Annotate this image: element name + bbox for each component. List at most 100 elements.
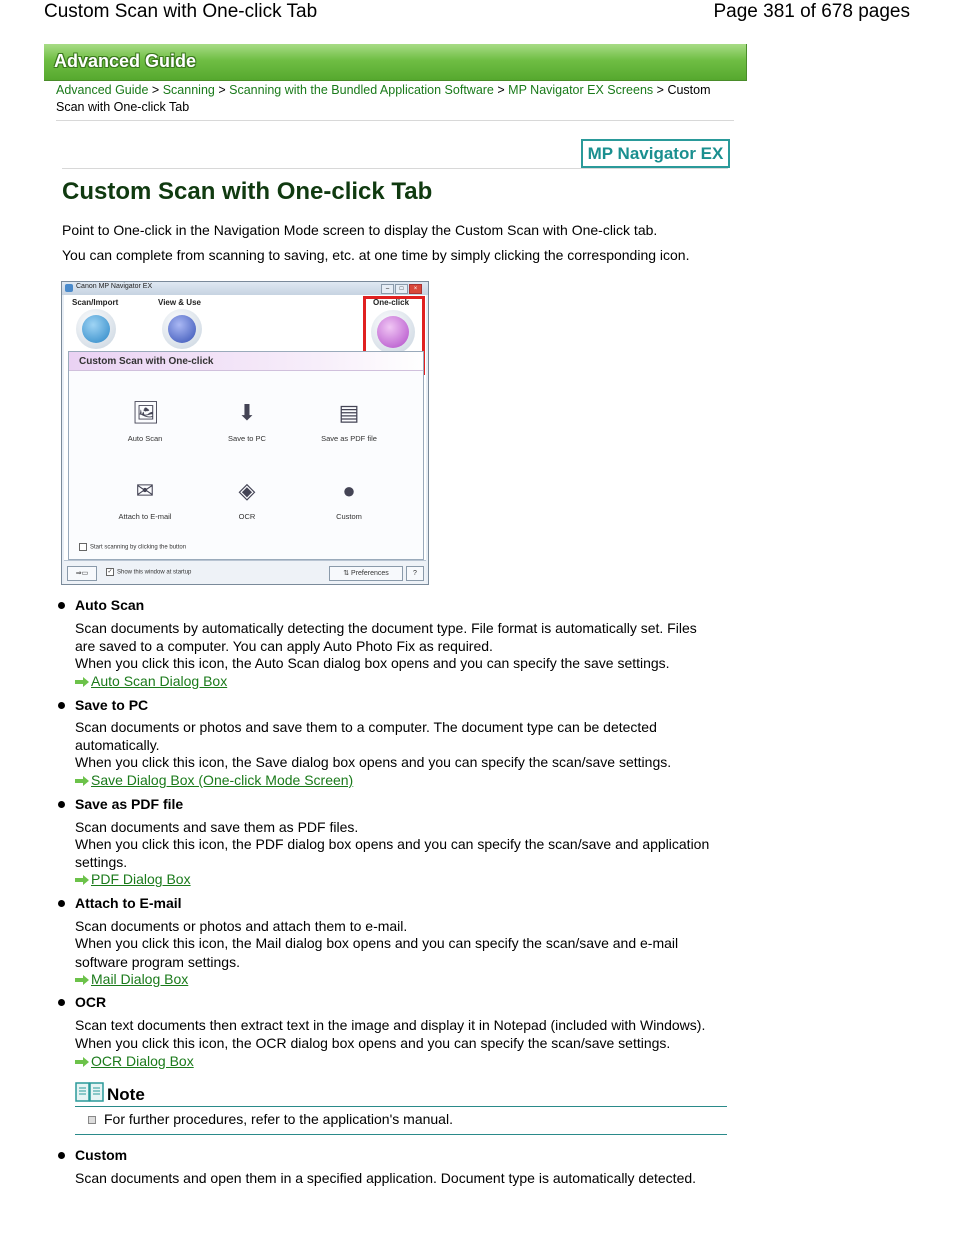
- app-icon: [65, 284, 73, 292]
- breadcrumb-link-bundled-software[interactable]: Scanning with the Bundled Application So…: [229, 83, 494, 97]
- ocr-icon: ◈: [238, 478, 256, 503]
- item-desc: When you click this icon, the Save dialo…: [75, 754, 672, 770]
- header-title: Custom Scan with One-click Tab: [44, 1, 318, 22]
- auto-scan-button[interactable]: 🖼 Auto Scan: [100, 400, 190, 443]
- mail-dialog-link[interactable]: Mail Dialog Box: [75, 971, 188, 987]
- item-title-save-to-pc: Save to PC: [75, 697, 149, 713]
- custom-button[interactable]: ● Custom: [304, 478, 394, 521]
- item-desc: Scan documents or photos and attach them…: [75, 918, 408, 934]
- note-item: For further procedures, refer to the app…: [88, 1111, 453, 1127]
- attach-email-label: Attach to E-mail: [118, 512, 172, 521]
- window-footer: ⇒▭ ✓ Show this window at startup ⇅ Prefer…: [64, 560, 426, 584]
- pdf-icon: ▤: [338, 400, 360, 425]
- email-icon: ✉: [135, 478, 155, 503]
- bullet-icon: [58, 900, 65, 907]
- arrow-right-icon: [75, 975, 89, 986]
- save-as-pdf-label: Save as PDF file: [321, 434, 377, 443]
- checkbox-checked[interactable]: ✓: [106, 568, 114, 576]
- page-header: Custom Scan with One-click Tab Page 381 …: [0, 0, 954, 26]
- auto-scan-dialog-link[interactable]: Auto Scan Dialog Box: [75, 673, 227, 689]
- navigator-screenshot: Canon MP Navigator EX – □ × Scan/Import …: [61, 281, 429, 585]
- item-desc: Scan documents by automatically detectin…: [75, 620, 697, 636]
- note-book-icon: [75, 1082, 105, 1109]
- checkbox[interactable]: [79, 543, 87, 551]
- breadcrumb-link-advanced-guide[interactable]: Advanced Guide: [56, 83, 148, 97]
- window-title: Canon MP Navigator EX: [76, 283, 153, 290]
- start-scan-checkbox-row[interactable]: Start scanning by clicking the button: [79, 543, 186, 551]
- item-title-ocr: OCR: [75, 994, 107, 1010]
- checkbox-label: Start scanning by clicking the button: [90, 544, 187, 551]
- breadcrumb-link-scanning[interactable]: Scanning: [163, 83, 215, 97]
- breadcrumb-separator: >: [218, 83, 226, 97]
- custom-scan-panel: Custom Scan with One-click 🖼 Auto Scan ⬇…: [68, 351, 424, 560]
- mp-navigator-logo: MP Navigator EX: [581, 139, 730, 168]
- banner-label: Advanced Guide: [54, 51, 197, 71]
- show-at-startup-row[interactable]: ✓ Show this window at startup: [106, 568, 191, 576]
- custom-icon: ●: [342, 478, 356, 503]
- note-item-text: For further procedures, refer to the app…: [104, 1111, 453, 1127]
- window-body: Scan/Import View & Use One-click Custom …: [64, 295, 426, 584]
- save-to-pc-label: Save to PC: [228, 434, 266, 443]
- auto-scan-icon: 🖼: [132, 400, 160, 425]
- close-icon[interactable]: ×: [409, 284, 422, 294]
- item-desc: Scan documents and open them in a specif…: [75, 1170, 697, 1186]
- nav-label-scan-import: Scan/Import: [72, 298, 119, 307]
- item-desc: When you click this icon, the PDF dialog…: [75, 836, 710, 852]
- breadcrumb-link-screens[interactable]: MP Navigator EX Screens: [508, 83, 653, 97]
- scan-import-icon[interactable]: [76, 309, 116, 349]
- preferences-label: Preferences: [351, 570, 389, 577]
- arrow-right-icon: [75, 1057, 89, 1068]
- link-label: PDF Dialog Box: [91, 871, 191, 887]
- bullet-icon: [58, 602, 65, 609]
- checkbox-label: Show this window at startup: [117, 569, 192, 576]
- book-icon: [75, 1082, 104, 1102]
- save-as-pdf-button[interactable]: ▤ Save as PDF file: [304, 400, 394, 443]
- item-desc: are saved to a computer. You can apply A…: [75, 638, 493, 654]
- item-desc: When you click this icon, the Mail dialo…: [75, 935, 679, 951]
- mode-switch-icon[interactable]: ⇒▭: [67, 566, 97, 581]
- bullet-icon: [58, 801, 65, 808]
- item-title-custom: Custom: [75, 1147, 128, 1163]
- maximize-icon[interactable]: □: [395, 284, 408, 294]
- link-label: Mail Dialog Box: [91, 971, 189, 987]
- minimize-icon[interactable]: –: [381, 284, 394, 294]
- attach-email-button[interactable]: ✉ Attach to E-mail: [100, 478, 190, 521]
- auto-scan-label: Auto Scan: [127, 434, 163, 443]
- item-desc: Scan text documents then extract text in…: [75, 1017, 706, 1033]
- help-button[interactable]: ?: [406, 566, 424, 581]
- intro-paragraph: Point to One-click in the Navigation Mod…: [62, 222, 658, 238]
- square-bullet-icon: [88, 1116, 96, 1125]
- arrow-right-icon: [75, 677, 89, 688]
- preferences-button[interactable]: ⇅ Preferences: [329, 566, 403, 581]
- page-number: Page 381 of 678 pages: [713, 1, 910, 22]
- breadcrumb-separator: >: [497, 83, 505, 97]
- ocr-label: OCR: [238, 512, 256, 521]
- item-desc: Scan documents or photos and save them t…: [75, 719, 657, 735]
- note-rule: [75, 1106, 727, 1107]
- custom-label: Custom: [336, 512, 362, 521]
- panel-header: Custom Scan with One-click: [69, 352, 423, 371]
- divider: [56, 120, 734, 121]
- bullet-icon: [58, 702, 65, 709]
- arrow-right-icon: [75, 875, 89, 886]
- item-title-auto-scan: Auto Scan: [75, 597, 145, 613]
- bullet-icon: [58, 1152, 65, 1159]
- item-desc: When you click this icon, the OCR dialog…: [75, 1035, 671, 1051]
- item-desc: When you click this icon, the Auto Scan …: [75, 655, 670, 671]
- view-use-icon[interactable]: [162, 309, 202, 349]
- link-label: OCR Dialog Box: [91, 1053, 194, 1069]
- pdf-dialog-link[interactable]: PDF Dialog Box: [75, 871, 191, 887]
- item-title-attach-email: Attach to E-mail: [75, 895, 182, 911]
- link-label: Auto Scan Dialog Box: [91, 673, 228, 689]
- ocr-dialog-link[interactable]: OCR Dialog Box: [75, 1053, 194, 1069]
- page-title: Custom Scan with One-click Tab: [62, 178, 433, 205]
- link-label: Save Dialog Box (One-click Mode Screen): [91, 772, 354, 788]
- nav-label-view-use: View & Use: [158, 298, 201, 307]
- window-titlebar: Canon MP Navigator EX – □ ×: [62, 282, 428, 295]
- save-to-pc-button[interactable]: ⬇ Save to PC: [202, 400, 292, 443]
- save-dialog-link[interactable]: Save Dialog Box (One-click Mode Screen): [75, 772, 353, 788]
- ocr-button[interactable]: ◈ OCR: [202, 478, 292, 521]
- advanced-guide-banner: Advanced Guide: [44, 44, 747, 81]
- item-desc: software program settings.: [75, 954, 240, 970]
- arrow-right-icon: [75, 776, 89, 787]
